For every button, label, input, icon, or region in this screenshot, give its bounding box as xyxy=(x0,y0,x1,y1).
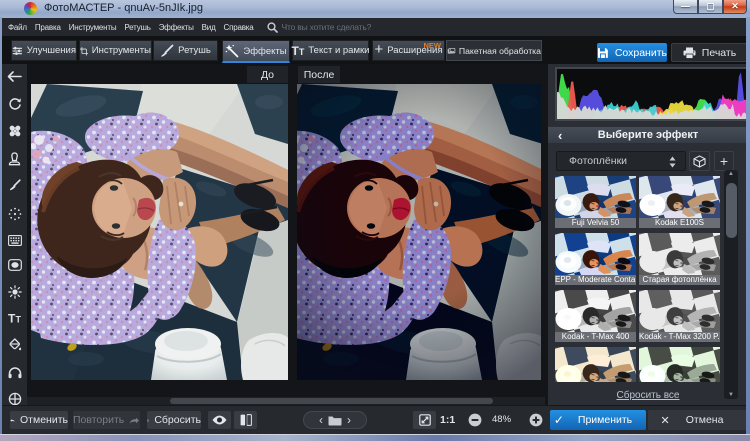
svg-text:T: T xyxy=(15,315,21,325)
